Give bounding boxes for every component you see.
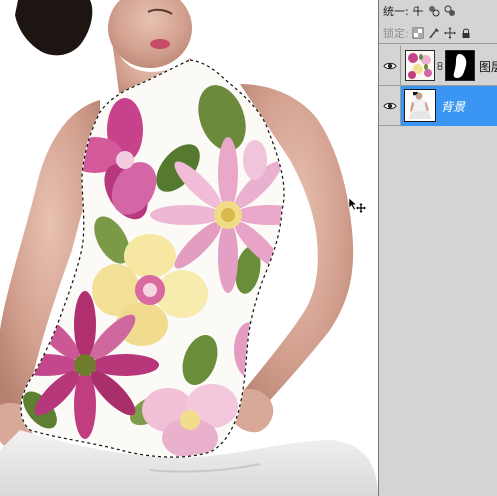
unify-label: 统一: bbox=[383, 5, 409, 18]
layer-body-selected[interactable]: 背景 bbox=[401, 86, 497, 126]
photoshop-workspace: 统一: 锁定: 图 背景 bbox=[0, 0, 497, 496]
layer-row-background[interactable]: 背景 bbox=[379, 86, 497, 126]
eye-icon bbox=[382, 102, 397, 110]
lock-label: 锁定: bbox=[383, 26, 409, 40]
document-canvas[interactable] bbox=[0, 0, 378, 496]
lock-image-icon[interactable] bbox=[428, 27, 440, 39]
layer-body[interactable]: 图层 bbox=[401, 46, 497, 86]
lock-transparent-icon[interactable] bbox=[412, 27, 424, 39]
layer-mask-thumbnail[interactable] bbox=[445, 50, 475, 81]
layer-visibility-toggle[interactable] bbox=[379, 86, 401, 126]
lock-row: 锁定: bbox=[379, 22, 497, 44]
move-cursor-icon bbox=[348, 197, 366, 213]
layer-visibility-toggle[interactable] bbox=[379, 46, 401, 86]
layer-thumbnail-flower[interactable] bbox=[405, 50, 435, 81]
layer-name[interactable]: 背景 bbox=[441, 98, 465, 115]
canvas-image bbox=[0, 0, 378, 496]
mask-link-icon[interactable] bbox=[437, 62, 443, 70]
unify-position-icon[interactable] bbox=[412, 5, 424, 17]
layer-name[interactable]: 图层 bbox=[479, 58, 497, 75]
eye-icon bbox=[382, 62, 397, 70]
lock-position-icon[interactable] bbox=[443, 26, 456, 39]
layers-panel: 统一: 锁定: 图 背景 bbox=[378, 0, 497, 496]
layer-row-flower[interactable]: 图层 bbox=[379, 46, 497, 86]
lock-all-icon[interactable] bbox=[460, 27, 472, 39]
unify-row: 统一: bbox=[379, 0, 497, 22]
unify-style-icon[interactable] bbox=[444, 5, 456, 17]
unify-visibility-icon[interactable] bbox=[428, 5, 440, 17]
layer-thumbnail-background[interactable] bbox=[404, 89, 436, 122]
